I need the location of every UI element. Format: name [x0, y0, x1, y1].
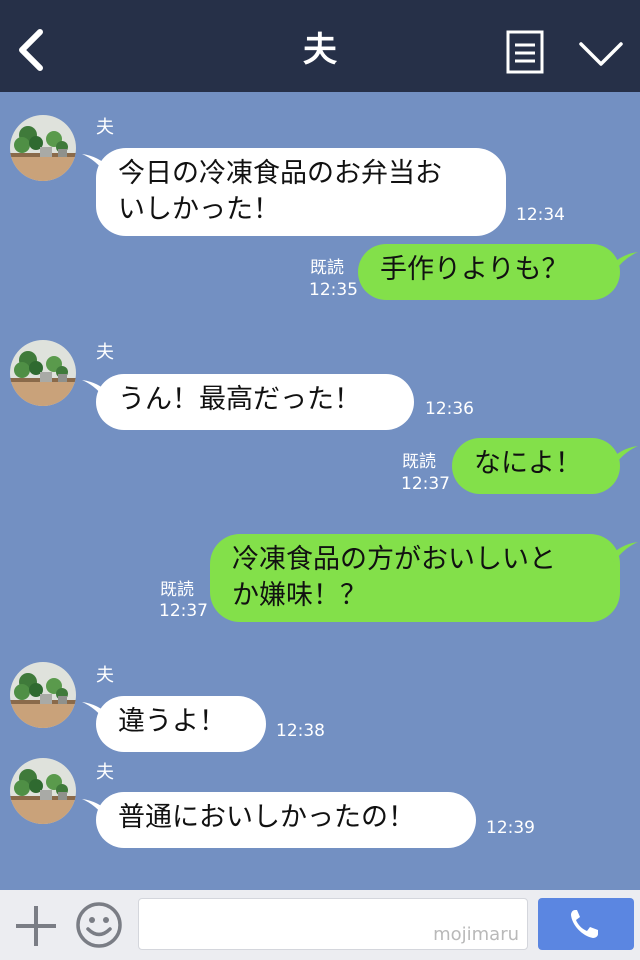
- message-text: なによ！: [474, 448, 582, 479]
- message-text: 冷凍食品の方がおいしいと: [232, 544, 556, 575]
- message-text: うん！最高だった！: [118, 384, 361, 415]
- message-bubble[interactable]: うん！最高だった！: [96, 374, 414, 430]
- message-time: 12:38: [276, 721, 325, 741]
- back-icon[interactable]: [14, 28, 50, 72]
- message-bubble[interactable]: 違うよ！: [96, 696, 266, 752]
- message-bubble[interactable]: 今日の冷凍食品のお弁当お いしかった！: [96, 148, 506, 236]
- message-text: 違うよ！: [118, 706, 226, 737]
- avatar[interactable]: [10, 662, 76, 728]
- message-time: 12:34: [516, 205, 565, 225]
- message-text: 手作りよりも？: [380, 254, 569, 285]
- message-bubble[interactable]: 普通においしかったの！: [96, 792, 476, 848]
- message-list: 夫 今日の冷凍食品のお弁当お いしかった！ 12:34 既読 12:35 手作り…: [0, 92, 640, 890]
- message-text: いしかった！: [118, 194, 280, 225]
- sender-name: 夫: [96, 117, 114, 138]
- bubble-tail: [610, 252, 638, 272]
- sender-name: 夫: [96, 665, 114, 686]
- plus-icon[interactable]: [14, 904, 58, 948]
- avatar[interactable]: [10, 340, 76, 406]
- call-button[interactable]: [538, 898, 634, 950]
- message-time: 12:35: [309, 280, 358, 300]
- menu-icon[interactable]: [506, 30, 544, 74]
- chat-header: 夫: [0, 0, 640, 92]
- avatar[interactable]: [10, 115, 76, 181]
- message-time: 12:37: [401, 474, 450, 494]
- smile-icon[interactable]: [74, 900, 124, 950]
- chat-title: 夫: [303, 30, 337, 70]
- sender-name: 夫: [96, 762, 114, 783]
- message-bubble[interactable]: 冷凍食品の方がおいしいと か嫌味！？: [210, 534, 620, 622]
- message-time: 12:37: [159, 601, 208, 621]
- message-text: か嫌味！？: [232, 580, 367, 611]
- message-text: 普通においしかったの！: [118, 802, 415, 833]
- message-time: 12:39: [486, 818, 535, 838]
- message-bubble[interactable]: 手作りよりも？: [358, 244, 620, 300]
- bubble-tail: [610, 446, 638, 466]
- read-receipt: 既読: [310, 258, 344, 278]
- watermark: mojimaru: [433, 924, 519, 945]
- input-bar: mojimaru: [0, 890, 640, 960]
- message-text: 今日の冷凍食品のお弁当お: [118, 158, 442, 189]
- message-bubble[interactable]: なによ！: [452, 438, 620, 494]
- chevron-down-icon[interactable]: [578, 38, 624, 70]
- avatar[interactable]: [10, 758, 76, 824]
- read-receipt: 既読: [160, 580, 194, 600]
- read-receipt: 既読: [402, 452, 436, 472]
- message-input[interactable]: mojimaru: [138, 898, 528, 950]
- message-time: 12:36: [425, 399, 474, 419]
- phone-icon: [571, 910, 598, 938]
- sender-name: 夫: [96, 342, 114, 363]
- bubble-tail: [610, 542, 638, 562]
